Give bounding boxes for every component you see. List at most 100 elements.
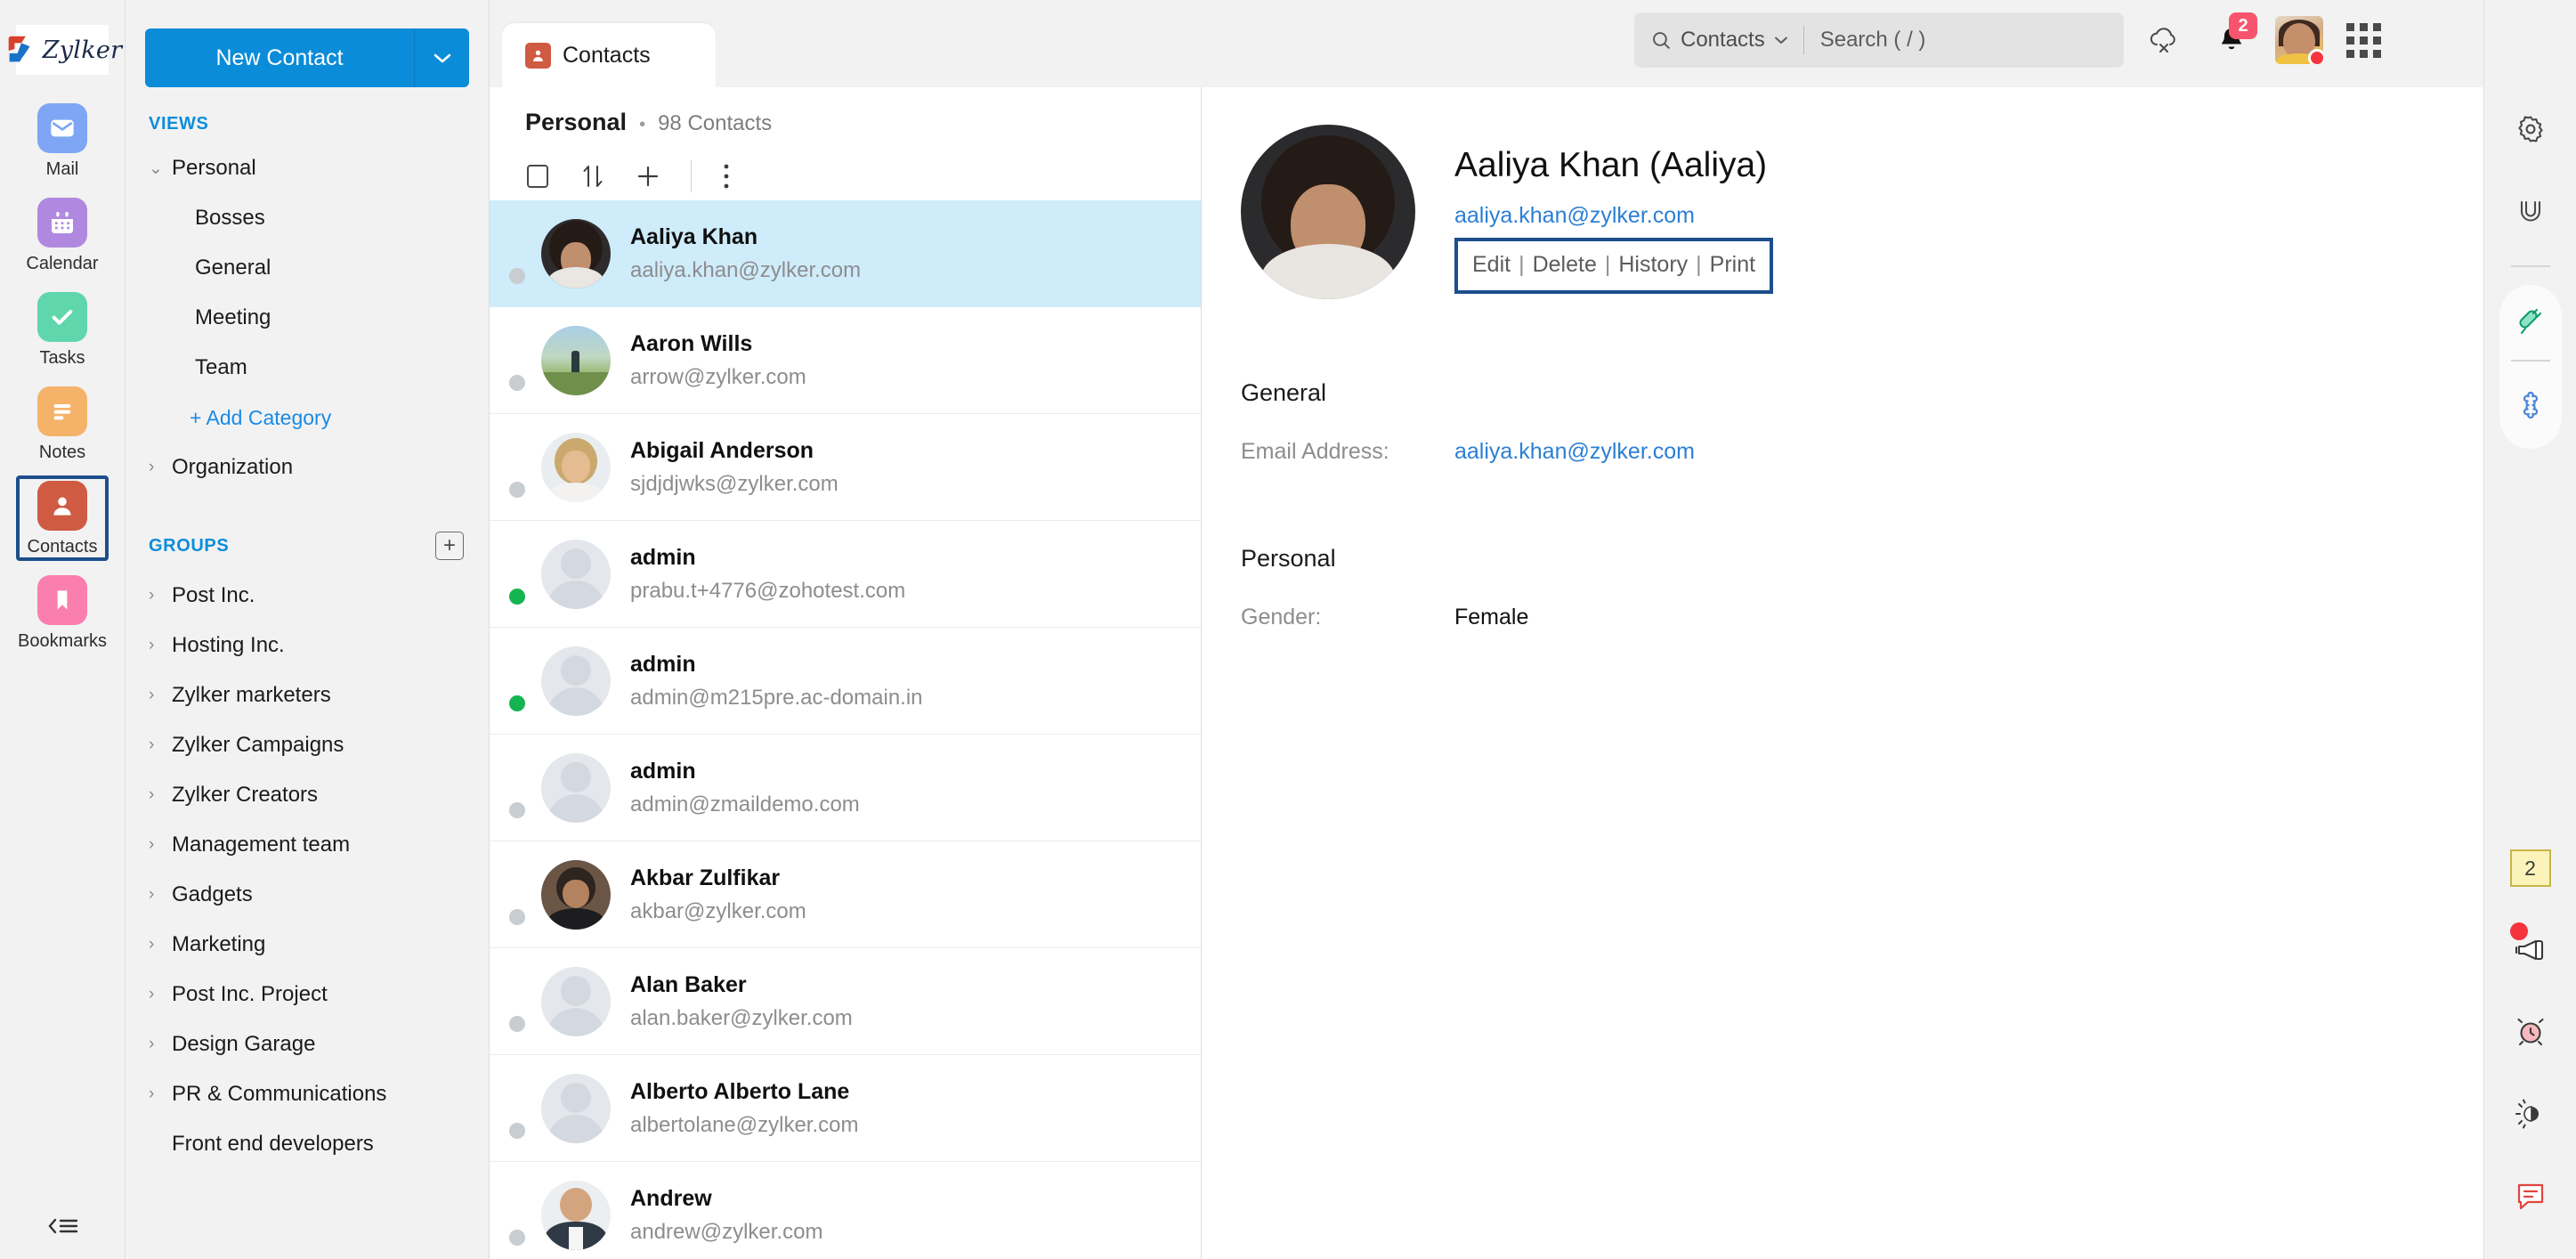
delete-button[interactable]: Delete [1533, 252, 1597, 278]
notification-count-badge: 2 [2229, 12, 2257, 39]
group-item-hosting-inc[interactable]: ›Hosting Inc. [145, 621, 469, 670]
paperclip-icon[interactable] [2499, 180, 2562, 242]
contact-list-item[interactable]: Aaron Wills arrow@zylker.com [490, 307, 1201, 414]
nav-item-bosses[interactable]: Bosses [145, 193, 469, 243]
right-rail-pill-divider [2511, 360, 2550, 361]
contacts-icon [37, 481, 87, 531]
plug-icon[interactable] [2499, 292, 2562, 354]
status-dot [509, 375, 525, 391]
puzzle-icon[interactable] [2499, 374, 2562, 436]
collapse-sidebar-icon[interactable] [43, 1211, 84, 1241]
contact-list-item[interactable]: admin prabu.t+4776@zohotest.com [490, 521, 1201, 628]
rail-item-tasks[interactable]: Tasks [16, 287, 109, 372]
rail-label-contacts: Contacts [28, 537, 98, 557]
rail-item-notes[interactable]: Notes [16, 381, 109, 467]
right-rail: 2 [2483, 0, 2576, 1259]
nav-item-label: Organization [172, 455, 293, 480]
contact-detail-email-link[interactable]: aaliya.khan@zylker.com [1454, 203, 1773, 229]
group-item-pr-communications[interactable]: ›PR & Communications [145, 1069, 469, 1119]
settings-gear-icon[interactable] [2499, 98, 2562, 160]
group-item-zylker-marketers[interactable]: ›Zylker marketers [145, 670, 469, 720]
add-contact-icon[interactable] [636, 164, 660, 189]
group-item-front-end-developers[interactable]: Front end developers [145, 1119, 469, 1169]
tab-contacts[interactable]: Contacts [502, 23, 716, 87]
nav-item-meeting[interactable]: Meeting [145, 293, 469, 343]
calendar-icon [37, 198, 87, 248]
contact-list-item[interactable]: admin admin@zmaildemo.com [490, 735, 1201, 841]
group-item-zylker-creators[interactable]: ›Zylker Creators [145, 770, 469, 820]
contact-list-item[interactable]: Aaliya Khan aaliya.khan@zylker.com [490, 200, 1201, 307]
nav-item-organization[interactable]: › Organization [145, 443, 469, 492]
contact-info: Aaliya Khan aaliya.khan@zylker.com [630, 224, 861, 283]
more-options-icon[interactable] [722, 162, 731, 191]
zylker-logo[interactable]: Zylker [16, 25, 109, 75]
contact-name: Akbar Zulfikar [630, 865, 806, 891]
contact-avatar [541, 1181, 611, 1250]
group-item-marketing[interactable]: ›Marketing [145, 920, 469, 970]
contact-list[interactable]: Aaliya Khan aaliya.khan@zylker.com Aaron… [490, 200, 1201, 1259]
field-value[interactable]: aaliya.khan@zylker.com [1454, 439, 1695, 465]
chat-bubble-icon[interactable] [2499, 1165, 2562, 1227]
chevron-right-icon: › [149, 458, 172, 477]
section-heading-personal: Personal [1241, 545, 2483, 573]
contact-detail-header: Aaliya Khan (Aaliya) aaliya.khan@zylker.… [1241, 125, 2483, 299]
add-group-button[interactable]: + [435, 532, 464, 560]
announcement-megaphone-icon[interactable] [2499, 919, 2562, 981]
contact-email: alan.baker@zylker.com [630, 1006, 853, 1031]
toolbar-divider [691, 160, 692, 192]
rail-item-bookmarks[interactable]: Bookmarks [16, 570, 109, 655]
alarm-clock-icon[interactable] [2499, 1001, 2562, 1063]
rail-item-contacts[interactable]: Contacts [16, 475, 109, 561]
apps-grid-icon[interactable] [2336, 12, 2391, 68]
brightness-toggle-icon[interactable] [2499, 1083, 2562, 1145]
sticky-notes-count: 2 [2510, 849, 2551, 887]
field-value: Female [1454, 605, 1528, 630]
group-item-management-team[interactable]: ›Management team [145, 820, 469, 870]
chevron-right-icon: › [149, 636, 172, 655]
notifications-bell-icon[interactable]: 2 [2204, 12, 2259, 68]
user-avatar[interactable] [2275, 16, 2323, 64]
rail-label-calendar: Calendar [26, 254, 98, 274]
nav-item-label: General [195, 256, 271, 280]
group-item-post-inc[interactable]: ›Post Inc. [145, 571, 469, 621]
select-all-checkbox[interactable] [525, 163, 550, 190]
contact-name: admin [630, 759, 860, 784]
nav-item-label: Team [195, 355, 247, 380]
sort-icon[interactable] [580, 162, 605, 191]
nav-item-label: Bosses [195, 206, 265, 231]
cloud-offline-icon[interactable] [2136, 12, 2191, 68]
contact-list-item[interactable]: admin admin@m215pre.ac-domain.in [490, 628, 1201, 735]
sticky-notes-icon[interactable]: 2 [2499, 837, 2562, 899]
contact-info: Andrew andrew@zylker.com [630, 1186, 822, 1245]
nav-item-personal[interactable]: ⌄ Personal [145, 143, 469, 193]
history-button[interactable]: History [1618, 252, 1688, 278]
group-item-label: Hosting Inc. [172, 633, 285, 658]
rail-item-mail[interactable]: Mail [16, 98, 109, 183]
add-category-button[interactable]: + Add Category [145, 393, 469, 443]
group-item-post-inc-project[interactable]: ›Post Inc. Project [145, 970, 469, 1019]
group-item-gadgets[interactable]: ›Gadgets [145, 870, 469, 920]
contact-email: sjdjdjwks@zylker.com [630, 472, 838, 497]
contact-list-item[interactable]: Akbar Zulfikar akbar@zylker.com [490, 841, 1201, 948]
contact-list-item[interactable]: Andrew andrew@zylker.com [490, 1162, 1201, 1259]
print-button[interactable]: Print [1710, 252, 1755, 278]
contact-list-item[interactable]: Alberto Alberto Lane albertolane@zylker.… [490, 1055, 1201, 1162]
contact-list-item[interactable]: Alan Baker alan.baker@zylker.com [490, 948, 1201, 1055]
contact-list-item[interactable]: Abigail Anderson sjdjdjwks@zylker.com [490, 414, 1201, 521]
app-rail: Zylker Mail Calendar [0, 0, 126, 1259]
rail-item-calendar[interactable]: Calendar [16, 192, 109, 278]
chevron-right-icon: › [149, 735, 172, 755]
status-dot [509, 695, 525, 711]
contact-email: akbar@zylker.com [630, 899, 806, 924]
new-contact-dropdown-caret-icon[interactable] [414, 28, 469, 87]
search-bar[interactable]: Contacts Search ( / ) [1634, 12, 2124, 68]
group-item-design-garage[interactable]: ›Design Garage [145, 1019, 469, 1069]
search-scope-selector[interactable]: Contacts [1650, 28, 1803, 53]
contact-detail-name: Aaliya Khan (Aaliya) [1454, 146, 1773, 185]
new-contact-button[interactable]: New Contact [145, 28, 414, 87]
nav-item-general[interactable]: General [145, 243, 469, 293]
search-input[interactable]: Search ( / ) [1804, 28, 1926, 53]
group-item-zylker-campaigns[interactable]: ›Zylker Campaigns [145, 720, 469, 770]
edit-button[interactable]: Edit [1472, 252, 1511, 278]
nav-item-team[interactable]: Team [145, 343, 469, 393]
